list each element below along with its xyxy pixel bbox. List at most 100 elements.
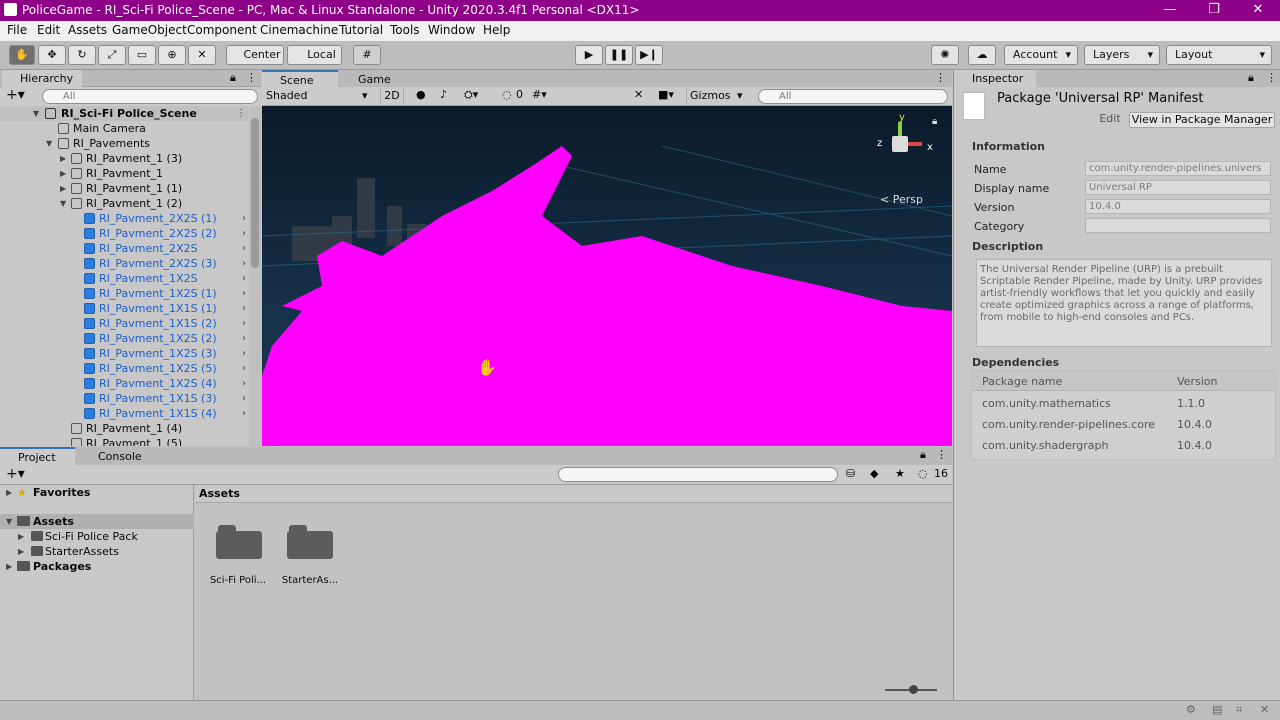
layers-dropdown[interactable]: Layers xyxy=(1084,45,1160,65)
tree-assets[interactable]: ▼ Assets xyxy=(0,514,194,529)
folder-icon[interactable] xyxy=(216,525,262,559)
hidden-objects-icon[interactable]: ◌ xyxy=(502,88,512,101)
more-icon[interactable]: ⋮ xyxy=(936,448,947,461)
hierarchy-row[interactable]: ▼ RI_Pavment_1 (2) xyxy=(0,196,248,211)
gizmos-dropdown[interactable]: Gizmos ▾ xyxy=(686,88,748,104)
hierarchy-row[interactable]: RI_Pavment_2X2S (3) › xyxy=(0,256,248,271)
progress-icon[interactable]: ⚙ xyxy=(1186,703,1196,716)
hierarchy-row[interactable]: RI_Pavment_1 (4) xyxy=(0,421,248,436)
field-version-value[interactable]: 10.4.0 xyxy=(1085,199,1271,214)
hierarchy-row[interactable]: RI_Pavment_1X1S (1) › xyxy=(0,301,248,316)
menu-assets[interactable]: Assets xyxy=(68,23,107,37)
tab-console[interactable]: Console xyxy=(80,448,150,466)
step-button[interactable]: ▶❙ xyxy=(635,45,663,65)
hierarchy-row[interactable]: ▼ RI_Pavements xyxy=(0,136,248,151)
restore-icon[interactable]: ❐ xyxy=(1192,0,1236,21)
hierarchy-row[interactable]: RI_Pavment_1X1S (3) › xyxy=(0,391,248,406)
chevron-right-icon[interactable]: › xyxy=(242,361,246,376)
scene-search-input[interactable]: All xyxy=(758,89,948,104)
more-icon[interactable]: ⋮ xyxy=(246,71,257,84)
menu-gameobject[interactable]: GameObject xyxy=(112,23,187,37)
favorite-icon[interactable]: ★ xyxy=(895,467,905,480)
cache-icon[interactable]: ▤ xyxy=(1212,703,1222,716)
lighting-status-icon[interactable]: ✕ xyxy=(1260,703,1269,716)
scrollbar-thumb[interactable] xyxy=(251,118,259,268)
hierarchy-row[interactable]: RI_Pavment_1X2S (1) › xyxy=(0,286,248,301)
chevron-right-icon[interactable]: › xyxy=(242,211,246,226)
hierarchy-row[interactable]: RI_Pavment_1 (5) xyxy=(0,436,248,446)
gizmo-x-arrow[interactable] xyxy=(908,142,922,146)
chevron-right-icon[interactable]: › xyxy=(242,271,246,286)
lock-icon[interactable]: 🔒︎ xyxy=(920,448,926,462)
project-search-input[interactable] xyxy=(558,467,838,482)
hierarchy-row[interactable]: RI_Pavment_1X2S › xyxy=(0,271,248,286)
chevron-right-icon[interactable]: › xyxy=(242,331,246,346)
scene-row[interactable]: ▼ RI_Sci-Fi Police_Scene ⋮ xyxy=(0,106,248,121)
tab-hierarchy[interactable]: Hierarchy xyxy=(2,70,82,88)
grid-snap-icon[interactable]: # xyxy=(353,45,381,65)
edit-button[interactable]: Edit xyxy=(1095,112,1125,128)
breadcrumb-assets[interactable]: Assets xyxy=(199,487,240,500)
add-icon[interactable]: +▾ xyxy=(6,87,25,103)
tree-folder[interactable]: ▶ StarterAssets xyxy=(0,544,194,559)
rotate-tool-icon[interactable]: ↻ xyxy=(68,45,96,65)
move-tool-icon[interactable]: ✥ xyxy=(38,45,66,65)
slider-handle[interactable] xyxy=(909,685,918,694)
account-dropdown[interactable]: Account xyxy=(1004,45,1078,65)
tab-inspector[interactable]: Inspector xyxy=(954,70,1036,88)
menu-tools[interactable]: Tools xyxy=(390,23,420,37)
hierarchy-row[interactable]: RI_Pavment_1X2S (3) › xyxy=(0,346,248,361)
menu-tutorial[interactable]: Tutorial xyxy=(339,23,383,37)
transform-tool-icon[interactable]: ⊕ xyxy=(158,45,186,65)
field-category-value[interactable] xyxy=(1085,218,1271,233)
chevron-right-icon[interactable]: › xyxy=(242,376,246,391)
debug-icon[interactable]: ⌗ xyxy=(1236,703,1242,717)
scene-menu-icon[interactable]: ⋮ xyxy=(236,106,246,121)
close-icon[interactable]: ✕ xyxy=(1236,0,1280,21)
tree-favorites[interactable]: ▶ ★ Favorites xyxy=(0,485,194,500)
chevron-right-icon[interactable]: › xyxy=(242,301,246,316)
menu-cinemachine[interactable]: Cinemachine xyxy=(260,23,338,37)
chevron-right-icon[interactable]: › xyxy=(242,241,246,256)
hierarchy-row[interactable]: RI_Pavment_1X1S (4) › xyxy=(0,406,248,421)
hierarchy-row[interactable]: RI_Pavment_1X2S (4) › xyxy=(0,376,248,391)
filter-label-icon[interactable]: ◆ xyxy=(870,467,878,480)
shading-mode-dropdown[interactable]: Shaded ▾ xyxy=(264,88,374,104)
lock-icon[interactable]: 🔒︎ xyxy=(932,116,937,127)
scene-gizmo[interactable]: y z x xyxy=(874,112,934,174)
hierarchy-row[interactable]: RI_Pavment_1X2S (2) › xyxy=(0,331,248,346)
menu-component[interactable]: Component xyxy=(187,23,257,37)
hierarchy-scrollbar[interactable] xyxy=(249,106,261,446)
more-icon[interactable]: ⋮ xyxy=(1266,71,1277,84)
play-button[interactable]: ▶ xyxy=(575,45,603,65)
lighting-icon[interactable]: ● xyxy=(416,88,426,101)
hierarchy-row[interactable]: RI_Pavment_2X2S › xyxy=(0,241,248,256)
gizmo-cube[interactable] xyxy=(892,136,908,152)
icon-size-slider[interactable] xyxy=(885,685,937,694)
view-in-package-manager-button[interactable]: View in Package Manager xyxy=(1129,112,1275,128)
lock-icon[interactable]: 🔒︎ xyxy=(230,71,236,85)
description-text[interactable]: The Universal Render Pipeline (URP) is a… xyxy=(976,259,1272,347)
hierarchy-search-input[interactable]: All xyxy=(42,89,258,104)
tree-folder[interactable]: ▶ Sci-Fi Police Pack xyxy=(0,529,194,544)
pivot-center-button[interactable]: Center xyxy=(226,45,284,65)
chevron-right-icon[interactable]: › xyxy=(242,316,246,331)
more-icon[interactable]: ⋮ xyxy=(935,71,946,84)
hierarchy-row[interactable]: ▶ RI_Pavment_1 xyxy=(0,166,248,181)
chevron-right-icon[interactable]: › xyxy=(242,391,246,406)
toggle-2d-button[interactable]: 2D xyxy=(380,88,404,104)
effects-icon[interactable]: ⛭▾ xyxy=(464,88,478,102)
tab-project[interactable]: Project xyxy=(0,447,75,465)
tools-icon[interactable]: ✕ xyxy=(634,88,643,101)
filter-type-icon[interactable]: ⛁ xyxy=(846,467,855,480)
chevron-right-icon[interactable]: › xyxy=(242,286,246,301)
pause-button[interactable]: ❚❚ xyxy=(605,45,633,65)
scene-viewport[interactable]: ✋ y z x < Persp 🔒︎ xyxy=(262,106,952,446)
menu-help[interactable]: Help xyxy=(483,23,510,37)
hierarchy-row[interactable]: RI_Pavment_2X2S (1) › xyxy=(0,211,248,226)
hierarchy-row[interactable]: ▶ RI_Pavment_1 (1) xyxy=(0,181,248,196)
menu-edit[interactable]: Edit xyxy=(37,23,60,37)
collab-icon[interactable]: ✺ xyxy=(931,45,959,65)
add-icon[interactable]: +▾ xyxy=(6,466,25,482)
lock-icon[interactable]: 🔒︎ xyxy=(1248,71,1254,85)
